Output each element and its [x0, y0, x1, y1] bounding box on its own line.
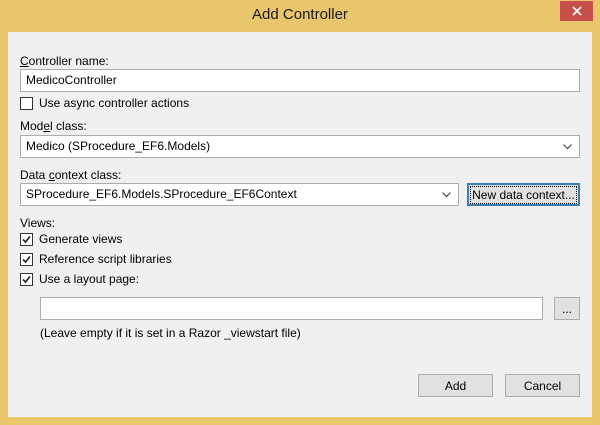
model-class-label: Model class: — [20, 119, 87, 133]
reference-scripts-checkbox-box[interactable] — [20, 252, 33, 266]
chevron-down-icon — [563, 144, 572, 150]
reference-scripts-label: Reference script libraries — [39, 252, 172, 266]
layout-page-checkbox-box[interactable] — [20, 272, 33, 286]
layout-hint: (Leave empty if it is set in a Razor _vi… — [40, 326, 301, 340]
window-title: Add Controller — [252, 6, 348, 23]
checkmark-icon — [22, 255, 31, 263]
add-controller-dialog: Add Controller Controller name: MedicoCo… — [0, 0, 600, 425]
data-context-label: Data context class: — [20, 168, 122, 182]
checkmark-icon — [22, 275, 31, 283]
controller-name-label: Controller name: — [20, 54, 109, 68]
generate-views-label: Generate views — [39, 232, 123, 246]
new-data-context-button[interactable]: New data context... — [467, 183, 580, 206]
data-context-select[interactable]: SProcedure_EF6.Models.SProcedure_EF6Cont… — [20, 183, 459, 206]
chevron-down-icon — [442, 192, 451, 198]
generate-views-checkbox[interactable]: Generate views — [20, 232, 122, 246]
cancel-button[interactable]: Cancel — [505, 374, 580, 397]
controller-name-input[interactable]: MedicoController — [20, 69, 580, 92]
model-class-value: Medico (SProcedure_EF6.Models) — [26, 139, 211, 153]
generate-views-checkbox-box[interactable] — [20, 232, 33, 246]
browse-layout-button[interactable]: ... — [554, 297, 580, 320]
reference-scripts-checkbox[interactable]: Reference script libraries — [20, 252, 172, 266]
add-button[interactable]: Add — [418, 374, 493, 397]
close-button[interactable] — [560, 1, 593, 21]
layout-page-checkbox[interactable]: Use a layout page: — [20, 272, 139, 286]
close-icon — [571, 6, 582, 16]
layout-page-input[interactable] — [40, 297, 543, 320]
async-checkbox-box[interactable] — [20, 96, 33, 110]
model-class-select[interactable]: Medico (SProcedure_EF6.Models) — [20, 135, 580, 158]
checkmark-icon — [22, 235, 31, 243]
async-checkbox[interactable]: Use async controller actions — [20, 96, 189, 110]
async-checkbox-label: Use async controller actions — [39, 96, 190, 110]
data-context-value: SProcedure_EF6.Models.SProcedure_EF6Cont… — [26, 187, 297, 201]
views-label: Views: — [20, 216, 56, 230]
title-bar: Add Controller — [0, 0, 600, 32]
layout-page-label: Use a layout page: — [39, 272, 140, 286]
dialog-body: Controller name: MedicoController Use as… — [8, 32, 592, 417]
